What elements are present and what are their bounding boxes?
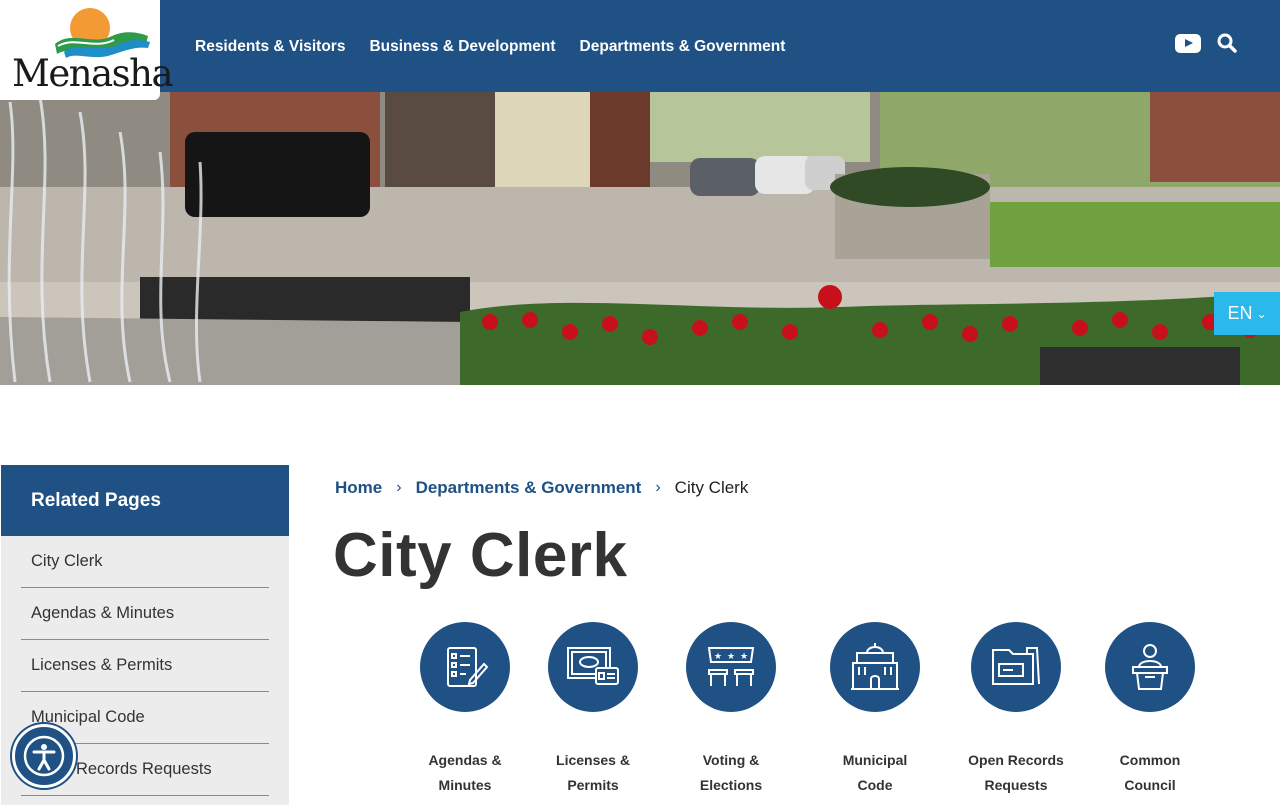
sidebar-item-licenses-permits[interactable]: Licenses & Permits	[21, 640, 269, 692]
quick-link-licenses-permits[interactable]: Licenses & Permits	[523, 622, 663, 798]
nav-business-development[interactable]: Business & Development	[369, 38, 555, 56]
page-title: City Clerk	[333, 521, 628, 590]
breadcrumb: Home › Departments & Government › City C…	[335, 478, 748, 498]
quick-link-voting-elections[interactable]: ★ ★ ★ Voting & Elections	[661, 622, 801, 798]
quick-link-label: Common	[1119, 752, 1181, 768]
quick-link-label: Minutes	[438, 777, 492, 793]
search-icon[interactable]	[1217, 33, 1237, 53]
quick-link-label: Code	[857, 777, 893, 793]
quick-link-label: Municipal	[842, 752, 908, 768]
language-selector[interactable]: EN ⌄	[1214, 292, 1280, 335]
svg-text:★: ★	[740, 652, 748, 662]
logo-graphic	[55, 8, 150, 58]
voting-booth-icon: ★ ★ ★	[686, 622, 776, 712]
quick-link-label: Agendas &	[428, 752, 502, 768]
quick-link-open-records[interactable]: Open Records Requests	[946, 622, 1086, 798]
nav-residents-visitors[interactable]: Residents & Visitors	[195, 38, 345, 56]
agenda-checklist-icon	[420, 622, 510, 712]
quick-link-label: Permits	[567, 777, 619, 793]
hero-image: EN ⌄	[0, 92, 1280, 385]
license-certificate-icon	[548, 622, 638, 712]
sidebar-item-agendas-minutes[interactable]: Agendas & Minutes	[21, 588, 269, 640]
quick-link-label: Licenses &	[556, 752, 630, 768]
quick-link-label: Elections	[699, 777, 763, 793]
chevron-down-icon: ⌄	[1256, 306, 1267, 321]
nav-departments-government[interactable]: Departments & Government	[580, 38, 786, 56]
quick-link-label: Requests	[984, 777, 1048, 793]
breadcrumb-departments[interactable]: Departments & Government	[416, 478, 642, 498]
folder-icon	[971, 622, 1061, 712]
site-logo[interactable]: Menasha	[0, 0, 174, 100]
accessibility-icon	[23, 735, 65, 777]
quick-link-label: Council	[1124, 777, 1176, 793]
quick-link-municipal-code[interactable]: Municipal Code	[805, 622, 945, 798]
youtube-icon[interactable]	[1175, 34, 1201, 53]
sidebar-title: Related Pages	[1, 465, 289, 536]
quick-link-label: Open Records	[968, 752, 1064, 768]
accessibility-button[interactable]	[12, 724, 76, 788]
chevron-right-icon: ›	[396, 479, 402, 496]
quick-link-common-council[interactable]: Common Council	[1080, 622, 1220, 798]
quick-link-label: Voting &	[702, 752, 760, 768]
site-header: Residents & Visitors Business & Developm…	[0, 0, 1280, 92]
svg-text:★: ★	[714, 652, 722, 662]
logo-wordmark: Menasha	[12, 52, 174, 95]
podium-speaker-icon	[1105, 622, 1195, 712]
city-hall-icon	[830, 622, 920, 712]
language-code: EN	[1227, 303, 1253, 323]
svg-text:★: ★	[727, 652, 735, 662]
breadcrumb-current: City Clerk	[674, 478, 749, 497]
main-nav: Residents & Visitors Business & Developm…	[195, 38, 785, 56]
breadcrumb-home[interactable]: Home	[335, 478, 382, 498]
quick-link-agendas-minutes[interactable]: Agendas & Minutes	[395, 622, 535, 798]
sidebar-item-city-clerk[interactable]: City Clerk	[21, 536, 269, 588]
chevron-right-icon: ›	[655, 479, 661, 496]
